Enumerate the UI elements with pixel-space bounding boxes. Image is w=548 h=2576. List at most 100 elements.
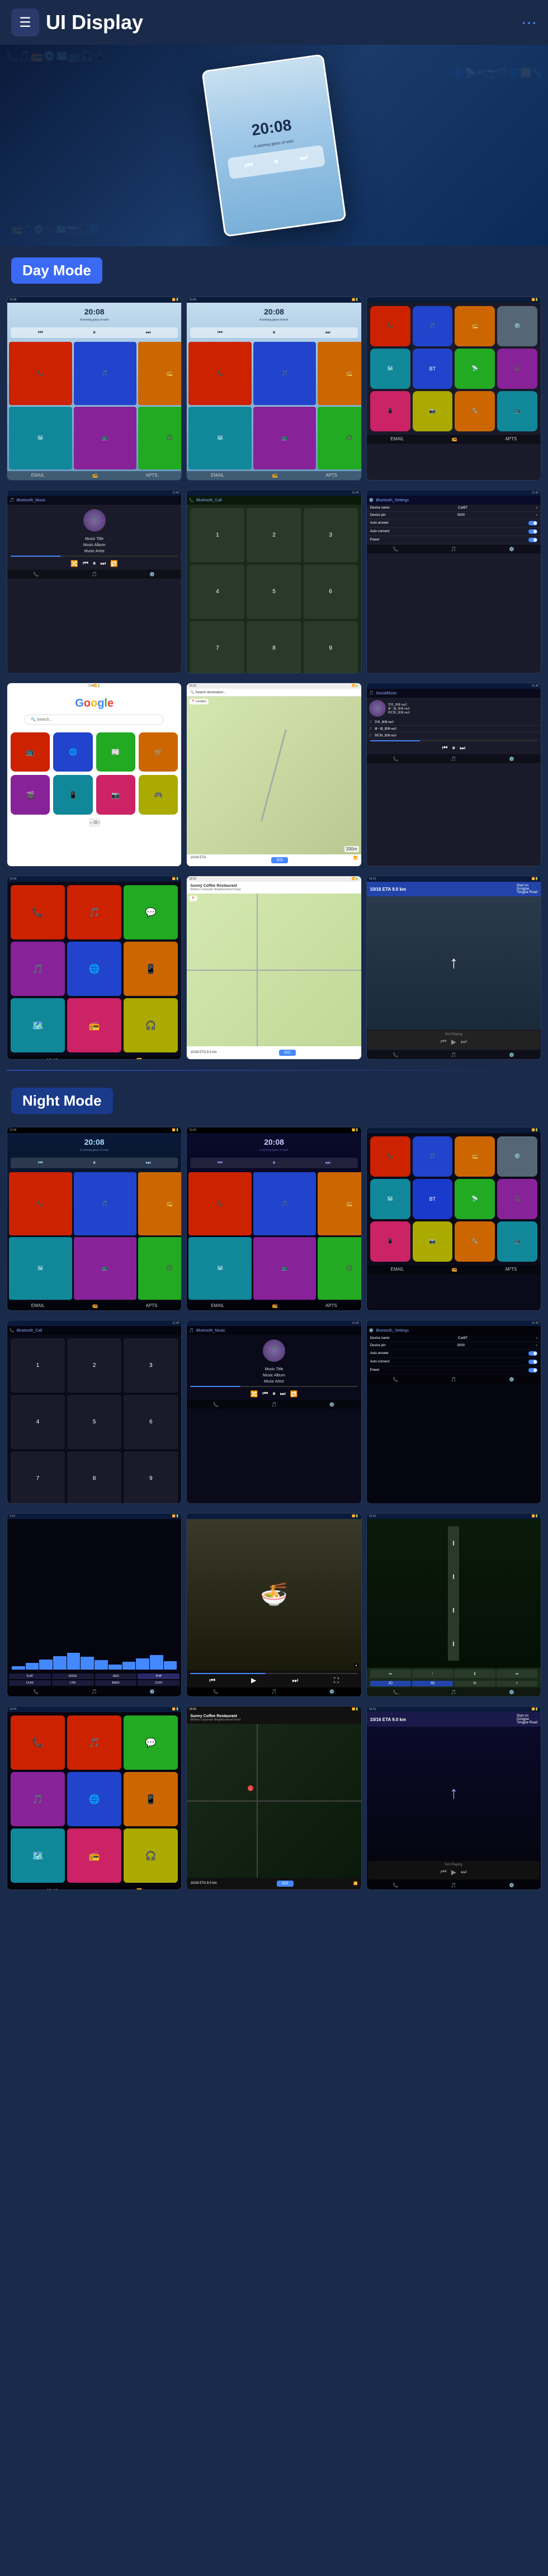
night-video-screen[interactable]: 📶🔋 🍜 ● ⏮ ▶ ⏭ ⛶ 📞🎵⚙️	[186, 1513, 361, 1697]
speed-btn[interactable]: N	[454, 1681, 495, 1686]
dial-7[interactable]: 7	[190, 621, 244, 673]
carplay-icon[interactable]: 💬	[124, 885, 178, 939]
google-app-icon[interactable]: 📺	[11, 732, 50, 772]
carplay-screen[interactable]: 18:46📶🔋 📞 🎵 💬 🎵 🌐 📱 🗺️ 📻 🎧 18:46📶	[7, 876, 182, 1060]
app-icon[interactable]: BT	[413, 1179, 453, 1219]
preset-btn[interactable]: BASS	[95, 1680, 137, 1686]
dial-1[interactable]: 1	[190, 508, 244, 562]
carplay-icon[interactable]: 🎵	[67, 1715, 121, 1770]
next-btn[interactable]: ⏭	[461, 1868, 467, 1876]
carplay-icon[interactable]: 📻	[67, 1828, 121, 1883]
next-btn[interactable]: ⏭	[461, 1037, 467, 1046]
play-btn[interactable]: ⏸	[452, 745, 456, 752]
bt-call-screen[interactable]: 11:46 📞Bluetooth_Call 1 2 3 4 5 6 7 8 9 …	[186, 490, 361, 674]
music-list-item[interactable]: 🎵你们好_双亲.mp3	[367, 732, 541, 739]
app-icon[interactable]: 📻	[138, 1172, 181, 1235]
app-icon[interactable]: 🔧	[455, 391, 495, 431]
dial-9[interactable]: 9	[304, 621, 358, 673]
dial-4[interactable]: 4	[11, 1395, 65, 1449]
night-bt-music-screen[interactable]: 11:46 🎵Bluetooth_Music 🎵 Music Title Mus…	[186, 1320, 361, 1504]
app-icon[interactable]: 🗺️	[9, 1237, 72, 1300]
carplay-icon[interactable]: 🎵	[67, 885, 121, 939]
night-road-map-screen[interactable]: 18:33📶🔋 ^ ^ ^ ⬅	[366, 1513, 541, 1697]
dial-2[interactable]: 2	[247, 508, 301, 562]
app-icon[interactable]: 📞	[188, 1172, 252, 1235]
app-icon[interactable]: 📺	[74, 407, 137, 470]
app-icon[interactable]: 📻	[318, 342, 361, 405]
google-app-icon[interactable]: 🎬	[11, 775, 50, 814]
play-btn[interactable]: ▶	[451, 1038, 456, 1046]
bt-settings-screen[interactable]: 11:46 ⚙️Bluetooth_Settings Device name C…	[366, 490, 541, 674]
carplay-icon[interactable]: 🎧	[124, 1828, 178, 1883]
preset-btn[interactable]: CLAS	[9, 1680, 51, 1686]
fullscreen-icon[interactable]: ⛶	[334, 1676, 338, 1685]
app-icon[interactable]: 📞	[370, 306, 410, 346]
carplay-icon[interactable]: 🎵	[11, 1772, 65, 1826]
prev-video-btn[interactable]: ⏮	[209, 1676, 215, 1685]
toggle-power[interactable]	[528, 538, 537, 542]
app-icon[interactable]: 🗺️	[370, 349, 410, 389]
preset-btn[interactable]: ROCK	[52, 1674, 94, 1679]
night-equalizer-screen[interactable]: 1:54📶🔋 FLAT	[7, 1513, 182, 1697]
play-btn[interactable]: ⏸	[93, 560, 96, 567]
carplay-icon[interactable]: 🎵	[11, 942, 65, 996]
app-icon[interactable]: 📻	[455, 1136, 495, 1177]
carplay-icon[interactable]: 📻	[67, 998, 121, 1052]
speed-btn[interactable]: 3D	[412, 1681, 453, 1686]
app-icon[interactable]: 🎵	[253, 342, 316, 405]
prev-icon[interactable]: ⏮	[244, 160, 254, 171]
play-btn[interactable]: ⏸	[93, 1160, 96, 1166]
nav-btn[interactable]: ⬅	[370, 1670, 411, 1678]
toggle-auto-answer[interactable]	[528, 1351, 537, 1356]
app-icon[interactable]: 📡	[455, 1179, 495, 1219]
hamburger-menu-icon[interactable]: ⋯	[521, 13, 537, 32]
music-list-item[interactable]: 🎵华年_双亲.mp3	[367, 719, 541, 726]
nav-btn[interactable]: ↑	[412, 1670, 453, 1678]
coffee-nav-screen[interactable]: 18:33📶🔋 Sunny Coffee Restaurant Modern·C…	[186, 876, 361, 1060]
app-icon[interactable]: 📺	[74, 1237, 137, 1300]
carplay-icon[interactable]: 🗺️	[11, 998, 65, 1052]
preset-btn[interactable]: CUST	[138, 1680, 179, 1686]
go-button[interactable]: GO	[271, 857, 288, 863]
play-pause-icon[interactable]: ⏸	[273, 157, 279, 167]
prev-btn[interactable]: ⏮	[218, 1160, 223, 1166]
night-turn-nav-screen[interactable]: 18:33📶🔋 10/16 ETA 9.0 km Start onDongjue…	[366, 1706, 541, 1890]
next-btn[interactable]: ⏭	[325, 1160, 330, 1166]
prev-btn[interactable]: ⏮	[38, 1160, 43, 1166]
prev-btn[interactable]: ⏮	[218, 330, 223, 336]
google-app-icon[interactable]: 📱	[53, 775, 92, 814]
toggle-auto-connect[interactable]	[528, 529, 537, 534]
night-bt-settings-screen[interactable]: 11:46 ⚙️Bluetooth_Settings Device name C…	[366, 1320, 541, 1504]
next-video-btn[interactable]: ⏭	[292, 1676, 298, 1685]
next-btn[interactable]: ⏭	[100, 560, 106, 567]
google-app-icon[interactable]: 🛒	[139, 732, 178, 772]
night-coffee-nav-screen[interactable]: 18:33📶🔋 Sunny Coffee Restaurant Modern·C…	[186, 1706, 361, 1890]
app-icon[interactable]: 📻	[138, 342, 181, 405]
repeat-icon[interactable]: 🔁	[290, 1390, 298, 1398]
app-icon[interactable]: 📡	[455, 349, 495, 389]
dial-2[interactable]: 2	[67, 1338, 121, 1393]
next-icon[interactable]: ⏭	[299, 152, 309, 163]
google-app-icon[interactable]: 🌐	[53, 732, 92, 772]
preset-btn[interactable]: POP	[138, 1674, 179, 1679]
toggle-power[interactable]	[528, 1368, 537, 1372]
preset-btn[interactable]: FLAT	[9, 1674, 51, 1679]
app-icon[interactable]: 🎧	[497, 1179, 537, 1219]
app-icon[interactable]: BT	[413, 349, 453, 389]
day-app-screen[interactable]: 📶🔋 📞 🎵 📻 ⚙️ 🗺️ BT 📡 🎧 📱 📷 🔧 📺 EMAIL📻APTS	[366, 297, 541, 481]
app-icon[interactable]: 🎧	[138, 407, 181, 470]
app-icon[interactable]: 🎧	[318, 407, 361, 470]
dial-3[interactable]: 3	[304, 508, 358, 562]
app-icon[interactable]: 📺	[253, 407, 316, 470]
local-music-screen[interactable]: 11:46 🎵SocialMusic 🎵 华年_双亲.mp3 来一首_双亲.mp…	[366, 683, 541, 867]
app-icon[interactable]: 📷	[413, 391, 453, 431]
speed-btn[interactable]: +	[497, 1681, 537, 1686]
dial-3[interactable]: 3	[124, 1338, 178, 1393]
app-icon[interactable]: 📞	[188, 342, 252, 405]
dial-1[interactable]: 1	[11, 1338, 65, 1393]
night-home-screen-2[interactable]: 20:08📶🔋 20:08 A wishing glass of wish ⏮ …	[186, 1127, 361, 1311]
day-home-screen-2[interactable]: 20:08📶🔋 20:08 A wishing glass of wish ⏮ …	[186, 297, 361, 481]
app-icon[interactable]: 📺	[253, 1237, 316, 1300]
preset-btn[interactable]: LIVE	[52, 1680, 94, 1686]
google-app-icon[interactable]: 📰	[96, 732, 135, 772]
